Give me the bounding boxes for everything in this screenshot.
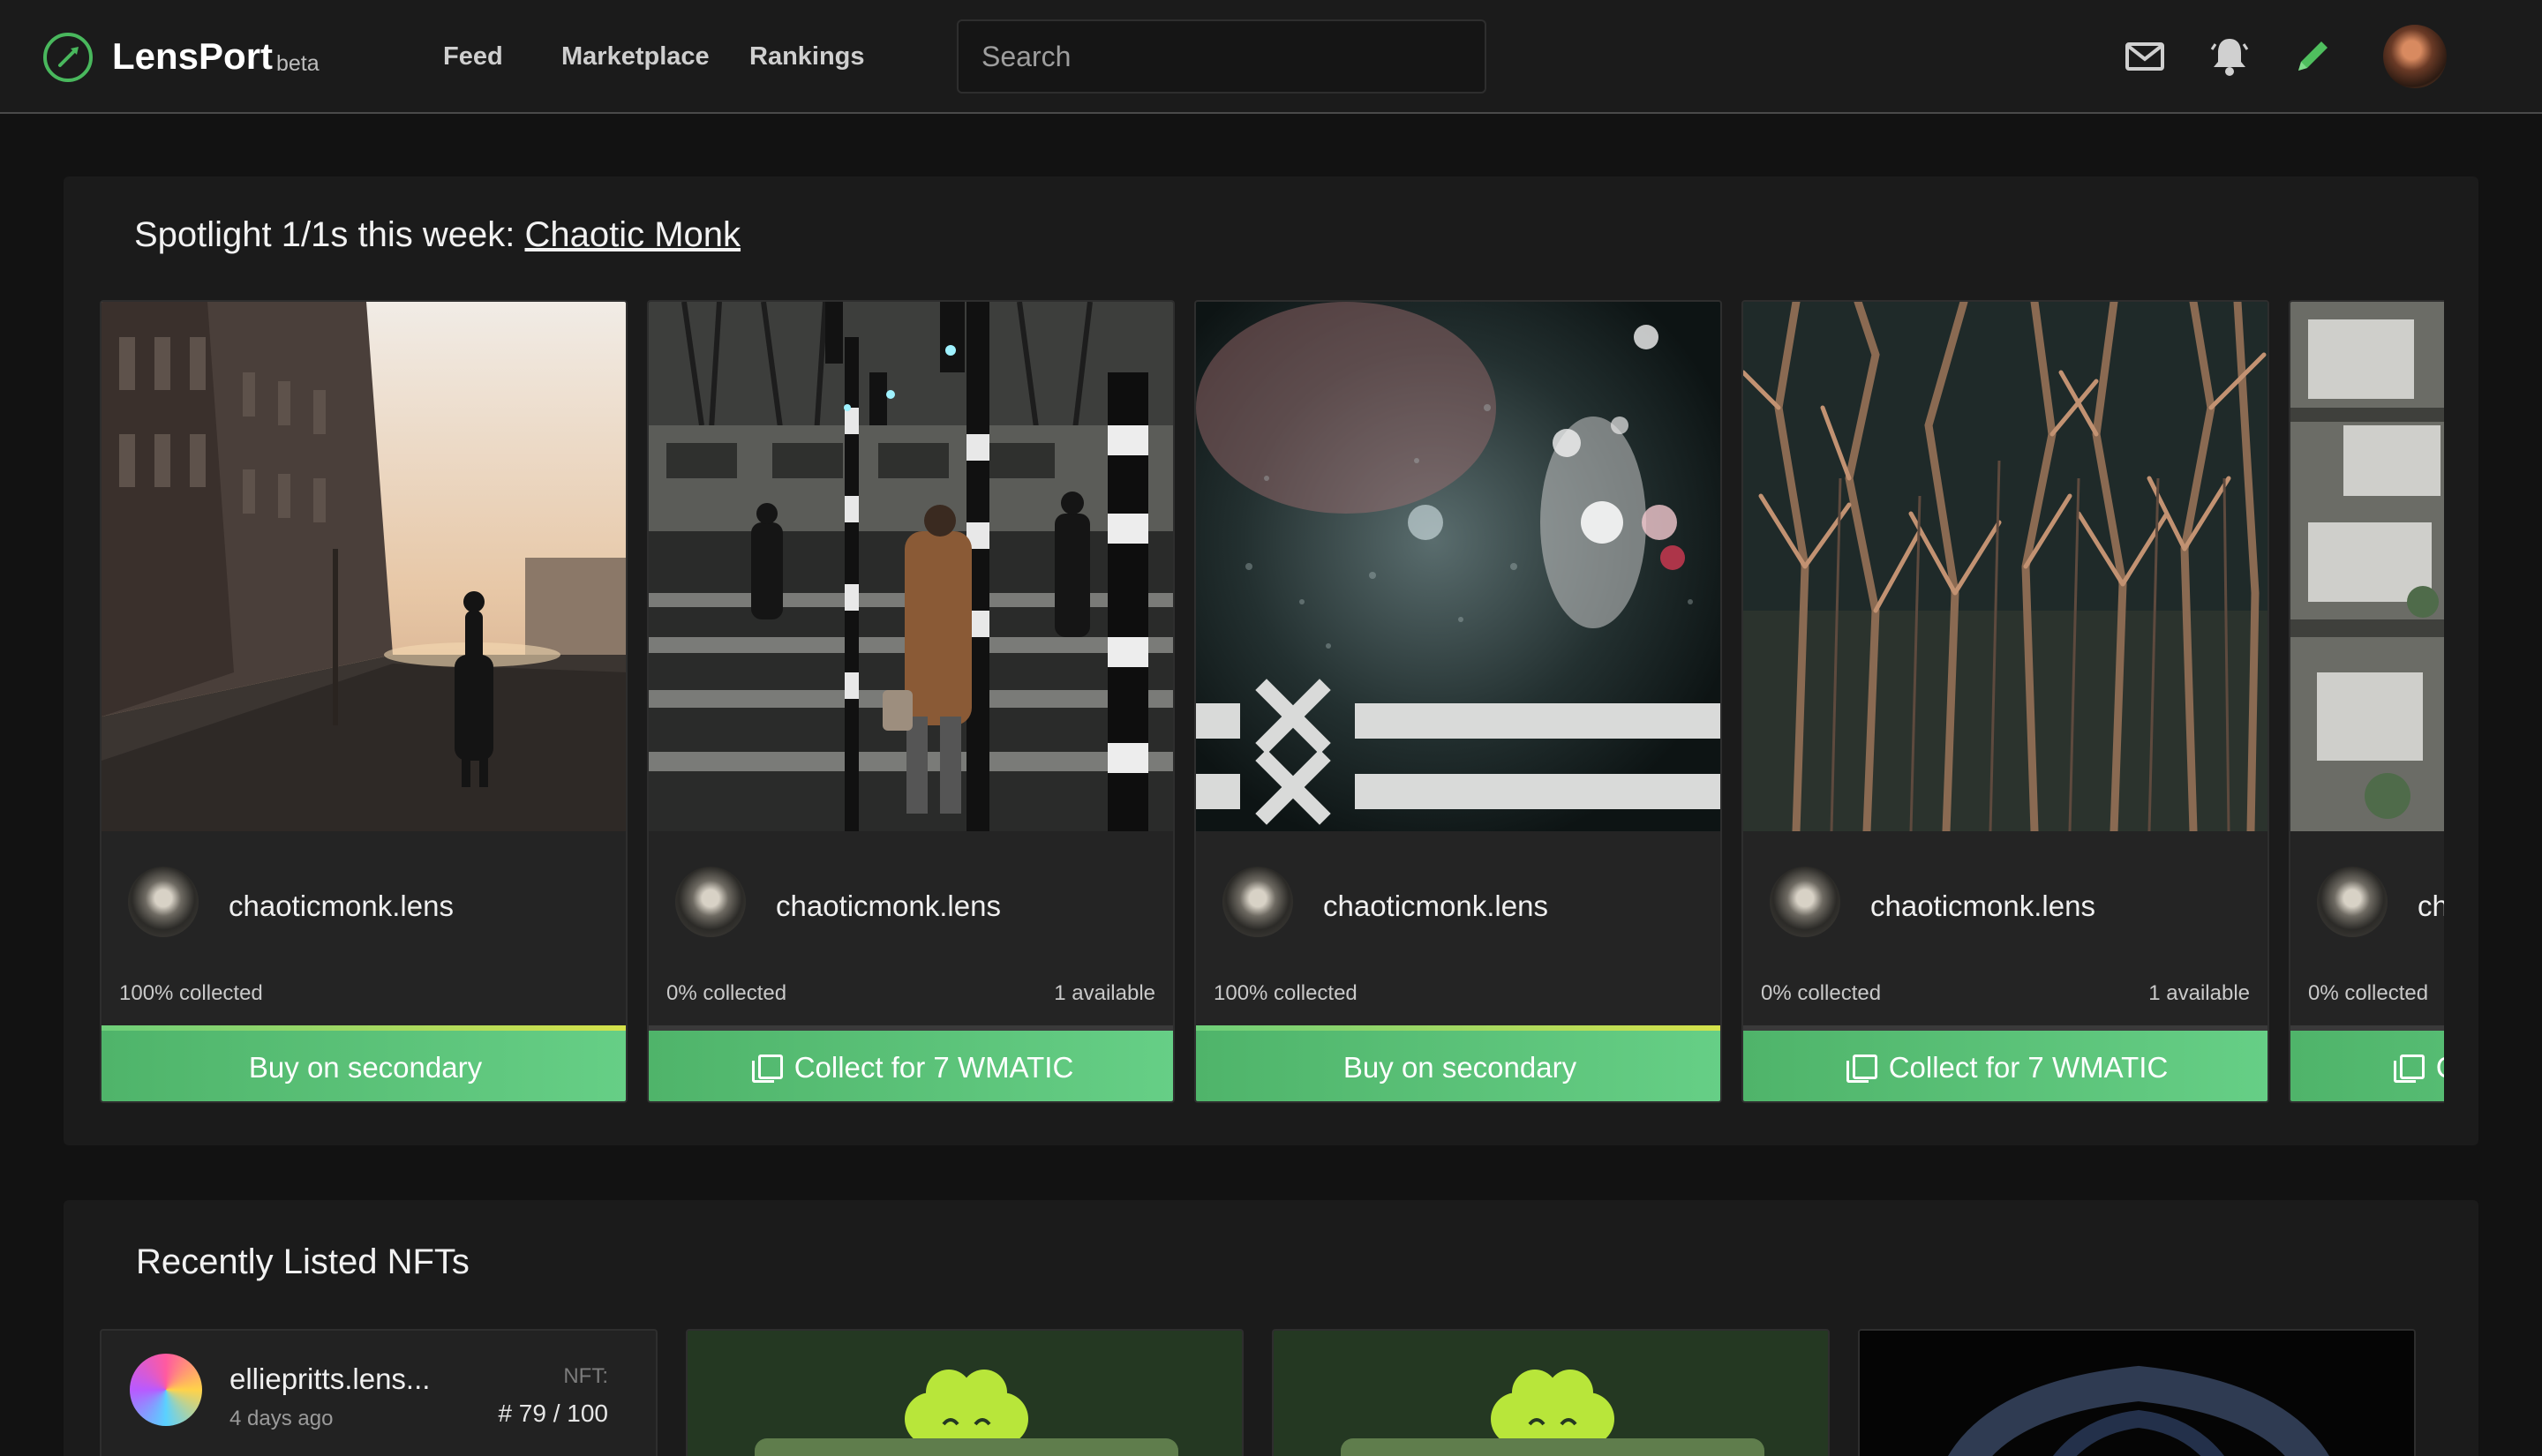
collected-percent: 0% collected — [2308, 981, 2429, 1005]
nav-rankings-link[interactable]: Rankings — [749, 42, 865, 71]
collected-percent: 100% collected — [1214, 981, 1357, 1005]
nft-image-green-cloud[interactable] — [1274, 1331, 1830, 1456]
nft-image-rain-window[interactable] — [1196, 302, 1722, 831]
nft-image-street-sunset[interactable] — [102, 302, 628, 831]
buy-on-secondary-button[interactable]: Buy on secondary — [102, 1031, 626, 1101]
recently-listed-title: Recently Listed NFTs — [136, 1242, 470, 1281]
creator-avatar[interactable] — [2317, 867, 2388, 937]
creator-name[interactable]: chaoticmonk.lens — [1323, 889, 1548, 923]
listing-card[interactable] — [686, 1329, 1244, 1456]
seller-name[interactable]: elliepritts.lens... — [229, 1362, 430, 1396]
collected-percent: 0% collected — [1761, 981, 1882, 1005]
nav-feed-link[interactable]: Feed — [443, 42, 503, 71]
creator-name[interactable]: chaoticmonk.lens — [2418, 889, 2444, 923]
edition-count: # 79 / 100 — [498, 1400, 608, 1427]
search-input[interactable] — [957, 19, 1486, 94]
spotlight-card[interactable]: chaoticmonk.lens 0% collected Collect fo… — [2289, 300, 2444, 1103]
spotlight-prefix: Spotlight 1/1s this week: — [134, 215, 515, 254]
collect-button[interactable]: Collect for 7 WMATIC — [1743, 1031, 2267, 1101]
nft-label: NFT: — [563, 1364, 608, 1388]
spotlight-section: Spotlight 1/1s this week: Chaotic Monk c… — [64, 176, 2478, 1145]
spotlight-carousel[interactable]: chaoticmonk.lens 100% collected Buy on s… — [100, 300, 2444, 1103]
available-count: 1 available — [2148, 981, 2250, 1005]
spotlight-card[interactable]: chaoticmonk.lens 100% collected Buy on s… — [100, 300, 628, 1103]
buy-on-secondary-button[interactable]: Buy on secondary — [1196, 1031, 1720, 1101]
nav-marketplace-link[interactable]: Marketplace — [561, 42, 710, 71]
spotlight-card[interactable]: chaoticmonk.lens 0% collected 1 availabl… — [1741, 300, 2269, 1103]
button-label: Buy on secondary — [248, 1051, 483, 1084]
listing-card[interactable]: elliepritts.lens... 4 days ago NFT: # 79… — [100, 1329, 658, 1456]
creator-name[interactable]: chaoticmonk.lens — [229, 889, 454, 923]
button-label: Collect for 7 WMATIC — [2436, 1051, 2444, 1084]
nft-image-forest-trees[interactable] — [1743, 302, 2269, 831]
spotlight-title: Spotlight 1/1s this week: Chaotic Monk — [134, 215, 741, 255]
collected-percent: 100% collected — [119, 981, 263, 1005]
nft-image-green-cloud[interactable] — [688, 1331, 1244, 1456]
recently-listed-section: Recently Listed NFTs elliepritts.lens...… — [64, 1200, 2478, 1456]
bell-icon[interactable] — [2207, 34, 2252, 79]
user-avatar[interactable] — [2383, 25, 2447, 88]
creator-name[interactable]: chaoticmonk.lens — [1870, 889, 2095, 923]
listed-time: 4 days ago — [229, 1407, 334, 1430]
copy-icon — [2393, 1054, 2425, 1083]
brand-name[interactable]: LensPort — [112, 35, 273, 78]
creator-name[interactable]: chaoticmonk.lens — [776, 889, 1001, 923]
nft-image-word-cloud[interactable] — [1860, 1331, 2416, 1456]
nft-image-aerial-city[interactable] — [2290, 302, 2444, 831]
available-count: 1 available — [1054, 981, 1155, 1005]
mail-icon[interactable] — [2122, 34, 2168, 79]
collected-percent: 0% collected — [666, 981, 787, 1005]
compass-logo-icon[interactable] — [42, 32, 94, 83]
spotlight-card[interactable]: chaoticmonk.lens 0% collected 1 availabl… — [647, 300, 1175, 1103]
beta-badge: beta — [276, 51, 320, 76]
nft-image-crosswalk[interactable] — [649, 302, 1175, 831]
listing-card[interactable] — [1272, 1329, 1830, 1456]
seller-avatar[interactable] — [130, 1354, 202, 1426]
button-label: Collect for 7 WMATIC — [793, 1051, 1074, 1084]
collect-button[interactable]: Collect for 7 WMATIC — [649, 1031, 1173, 1101]
spotlight-card[interactable]: chaoticmonk.lens 100% collected Buy on s… — [1194, 300, 1722, 1103]
creator-avatar[interactable] — [1770, 867, 1840, 937]
collect-button[interactable]: Collect for 7 WMATIC — [2290, 1031, 2444, 1101]
copy-icon — [1846, 1054, 1877, 1083]
pencil-icon[interactable] — [2290, 34, 2335, 79]
creator-avatar[interactable] — [675, 867, 746, 937]
button-label: Buy on secondary — [1342, 1051, 1577, 1084]
top-nav: LensPort beta Feed Marketplace Rankings — [0, 0, 2542, 114]
copy-icon — [751, 1054, 783, 1083]
creator-avatar[interactable] — [1222, 867, 1293, 937]
listing-card[interactable] — [1858, 1329, 2416, 1456]
spotlight-artist-link[interactable]: Chaotic Monk — [524, 215, 741, 254]
creator-avatar[interactable] — [128, 867, 199, 937]
button-label: Collect for 7 WMATIC — [1888, 1051, 2169, 1084]
